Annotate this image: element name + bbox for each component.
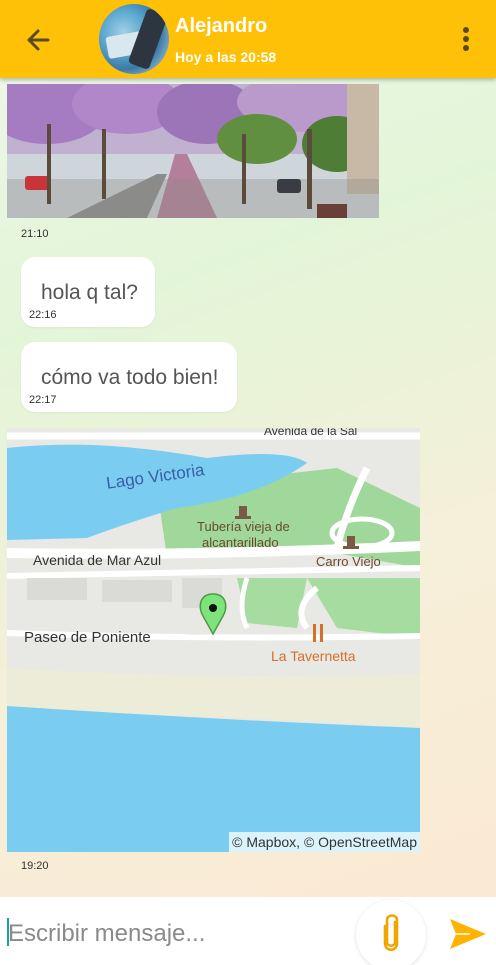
message-text: cómo va todo bien! bbox=[41, 366, 219, 389]
map-attribution[interactable]: © Mapbox, © OpenStreetMap bbox=[229, 832, 420, 852]
send-icon bbox=[450, 919, 486, 949]
paperclip-icon bbox=[383, 914, 399, 952]
more-vertical-icon bbox=[463, 27, 469, 51]
jacaranda-street-photo bbox=[7, 84, 379, 218]
location-message-map[interactable]: Avenida de la Sal Lago Victoria Tubería … bbox=[7, 428, 420, 852]
overflow-menu-button[interactable] bbox=[455, 24, 477, 54]
map-label: Paseo de Poniente bbox=[24, 629, 151, 646]
message-text: hola q tal? bbox=[41, 281, 138, 304]
map-label: alcantarillado bbox=[202, 535, 279, 550]
map-label: Tubería vieja de bbox=[197, 519, 290, 534]
map-label: Avenida de Mar Azul bbox=[33, 552, 162, 568]
map-label: Carro Viejo bbox=[316, 554, 381, 569]
app-header: Alejandro Hoy a las 20:58 bbox=[0, 0, 496, 78]
message-time: 22:17 bbox=[29, 394, 57, 406]
message-input[interactable] bbox=[8, 914, 338, 954]
map-label: La Tavernetta bbox=[271, 648, 356, 664]
last-seen-status: Hoy a las 20:58 bbox=[175, 49, 277, 65]
back-button[interactable] bbox=[20, 22, 56, 58]
map-label: Avenida de la Sal bbox=[264, 428, 358, 438]
image-message[interactable] bbox=[7, 84, 379, 218]
contact-name[interactable]: Alejandro bbox=[175, 15, 267, 38]
arrow-left-icon bbox=[27, 29, 50, 51]
attach-button[interactable] bbox=[356, 900, 426, 965]
message-time: 19:20 bbox=[21, 860, 49, 872]
send-button[interactable] bbox=[448, 914, 488, 954]
message-time: 22:16 bbox=[29, 309, 57, 321]
message-bubble[interactable]: cómo va todo bien! 22:17 bbox=[21, 342, 237, 412]
contact-avatar[interactable] bbox=[99, 4, 169, 74]
message-bubble[interactable]: hola q tal? 22:16 bbox=[21, 257, 155, 327]
message-time: 21:10 bbox=[21, 228, 49, 240]
